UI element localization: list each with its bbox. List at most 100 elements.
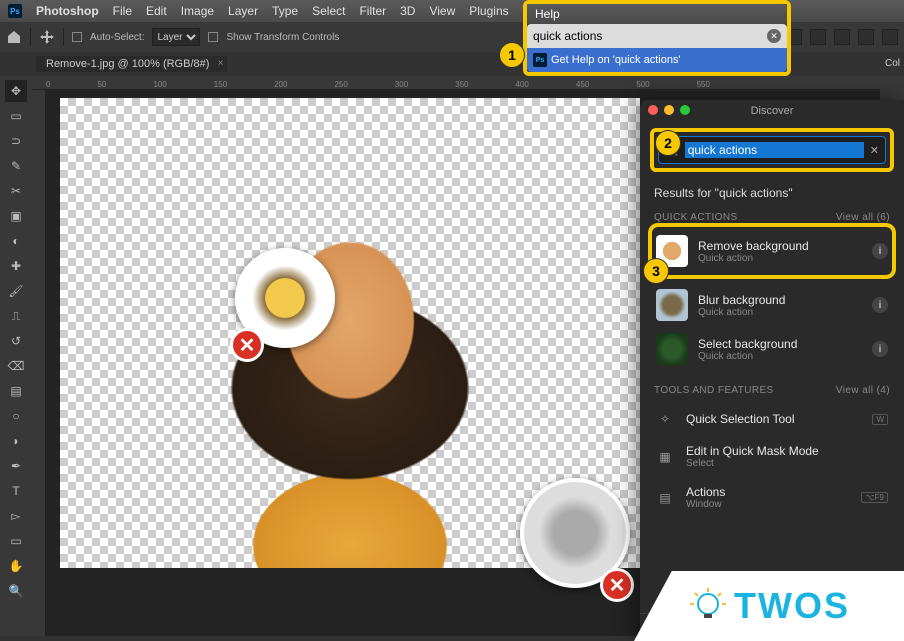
ps-icon: Ps <box>533 53 547 67</box>
tf-quick-mask[interactable]: ▦ Edit in Quick Mask Mode Select <box>654 436 890 477</box>
show-transform-checkbox[interactable] <box>208 32 218 42</box>
crop-tool[interactable]: ✂ <box>5 180 27 202</box>
menu-filter[interactable]: Filter <box>359 4 386 18</box>
menu-layer[interactable]: Layer <box>228 4 258 18</box>
pen-tool[interactable]: ✒ <box>5 455 27 477</box>
quick-select-tool[interactable]: ✎ <box>5 155 27 177</box>
section-tools-features: TOOLS AND FEATURES View all (4) <box>654 385 890 396</box>
move-tool[interactable]: ✥ <box>5 80 27 102</box>
row-subtitle: Select <box>686 458 888 469</box>
menu-image[interactable]: Image <box>181 4 214 18</box>
lasso-tool[interactable]: ⊃ <box>5 130 27 152</box>
ruler-tick: 150 <box>214 80 227 89</box>
ruler-tick: 100 <box>153 80 166 89</box>
menu-edit[interactable]: Edit <box>146 4 167 18</box>
thumbnail-icon <box>656 289 688 321</box>
menu-file[interactable]: File <box>113 4 132 18</box>
ruler-tick: 300 <box>395 80 408 89</box>
view-all-link[interactable]: View all (6) <box>836 212 890 223</box>
auto-select-checkbox[interactable] <box>72 32 82 42</box>
menu-3d[interactable]: 3D <box>400 4 415 18</box>
tf-quick-selection[interactable]: ✧ Quick Selection Tool W <box>654 402 890 436</box>
info-icon[interactable]: i <box>872 341 888 357</box>
row-title: Quick Selection Tool <box>686 412 860 426</box>
help-result-label: Get Help on 'quick actions' <box>551 54 681 66</box>
distribute-icon[interactable] <box>834 29 850 45</box>
horizontal-ruler: 0 50 100 150 200 250 300 350 400 450 500… <box>32 76 880 90</box>
eyedropper-tool[interactable]: ◐ <box>5 230 27 252</box>
discover-panel: Discover 🔍 ✕ Results for "quick actions"… <box>640 100 904 641</box>
info-icon[interactable]: i <box>872 297 888 313</box>
row-title: Select background <box>698 337 862 351</box>
ruler-tick: 550 <box>697 80 710 89</box>
eraser-tool[interactable]: ⌫ <box>5 355 27 377</box>
menu-plugins[interactable]: Plugins <box>469 4 508 18</box>
error-x-icon: ✕ <box>230 328 264 362</box>
ruler-tick: 350 <box>455 80 468 89</box>
view-all-link[interactable]: View all (4) <box>836 385 890 396</box>
zoom-tool[interactable]: 🔍 <box>5 580 27 602</box>
menu-app[interactable]: Photoshop <box>36 4 99 18</box>
actions-icon: ▤ <box>656 489 674 507</box>
history-brush-tool[interactable]: ↺ <box>5 330 27 352</box>
discover-search-field[interactable]: 🔍 ✕ <box>658 136 886 164</box>
ruler-tick: 250 <box>334 80 347 89</box>
close-icon[interactable]: × <box>218 58 224 69</box>
discover-search-highlight: 🔍 ✕ <box>650 128 894 172</box>
ruler-tick: 200 <box>274 80 287 89</box>
heal-tool[interactable]: ✚ <box>5 255 27 277</box>
info-icon[interactable]: i <box>872 243 888 259</box>
document-tab[interactable]: Remove-1.jpg @ 100% (RGB/8#) × <box>36 56 227 72</box>
align-icon[interactable] <box>810 29 826 45</box>
help-search-result[interactable]: Ps Get Help on 'quick actions' <box>527 48 787 72</box>
row-title: Actions <box>686 485 849 499</box>
minimize-window-icon[interactable] <box>664 105 674 115</box>
frame-tool[interactable]: ▣ <box>5 205 27 227</box>
qa-select-background[interactable]: Select background Quick action i <box>654 327 890 371</box>
menu-select[interactable]: Select <box>312 4 345 18</box>
shape-tool[interactable]: ▭ <box>5 530 27 552</box>
qa-blur-background[interactable]: Blur background Quick action i <box>654 283 890 327</box>
tf-actions[interactable]: ▤ Actions Window ⌥F9 <box>654 477 890 518</box>
row-subtitle: Quick action <box>698 351 862 362</box>
blur-tool[interactable]: ○ <box>5 405 27 427</box>
brush-tool[interactable]: 🖌 <box>5 280 27 302</box>
zoom-window-icon[interactable] <box>680 105 690 115</box>
wand-icon: ✧ <box>656 410 674 428</box>
clear-icon[interactable]: ✕ <box>767 29 781 43</box>
path-tool[interactable]: ▻ <box>5 505 27 527</box>
gradient-tool[interactable]: ▤ <box>5 380 27 402</box>
ruler-tick: 50 <box>97 80 106 89</box>
menu-view[interactable]: View <box>429 4 455 18</box>
menu-type[interactable]: Type <box>272 4 298 18</box>
more-icon[interactable] <box>882 29 898 45</box>
type-tool[interactable]: T <box>5 480 27 502</box>
help-search-input[interactable] <box>533 29 767 43</box>
separator <box>30 28 31 46</box>
window-traffic-lights[interactable] <box>648 105 690 115</box>
help-search-field[interactable]: ✕ <box>527 24 787 48</box>
dodge-tool[interactable]: ◗ <box>5 430 27 452</box>
marquee-tool[interactable]: ▭ <box>5 105 27 127</box>
clear-icon[interactable]: ✕ <box>870 144 879 157</box>
results-heading: Results for "quick actions" <box>654 186 890 200</box>
distribute-icon[interactable] <box>858 29 874 45</box>
watermark-logo: TWOS <box>634 571 904 641</box>
document-tab-title: Remove-1.jpg @ 100% (RGB/8#) <box>46 58 209 70</box>
thumbnail-icon <box>656 333 688 365</box>
home-icon[interactable] <box>6 29 22 45</box>
close-window-icon[interactable] <box>648 105 658 115</box>
document-canvas[interactable]: ✕ ✕ <box>60 98 640 568</box>
watermark-text: TWOS <box>734 585 850 627</box>
hand-tool[interactable]: ✋ <box>5 555 27 577</box>
layer-dropdown[interactable]: Layer <box>152 28 200 46</box>
mask-icon: ▦ <box>656 448 674 466</box>
menu-help[interactable]: Help <box>535 7 560 21</box>
tool-palette: ✥ ▭ ⊃ ✎ ✂ ▣ ◐ ✚ 🖌 ⎍ ↺ ⌫ ▤ ○ ◗ ✒ T ▻ ▭ ✋ … <box>0 76 32 636</box>
lightbulb-icon <box>688 586 728 626</box>
discover-search-input[interactable] <box>685 142 864 158</box>
color-panel-tab[interactable]: Col <box>885 58 900 69</box>
row-subtitle: Window <box>686 499 849 510</box>
stamp-tool[interactable]: ⎍ <box>5 305 27 327</box>
qa-remove-background[interactable]: Remove background Quick action i <box>654 229 890 273</box>
